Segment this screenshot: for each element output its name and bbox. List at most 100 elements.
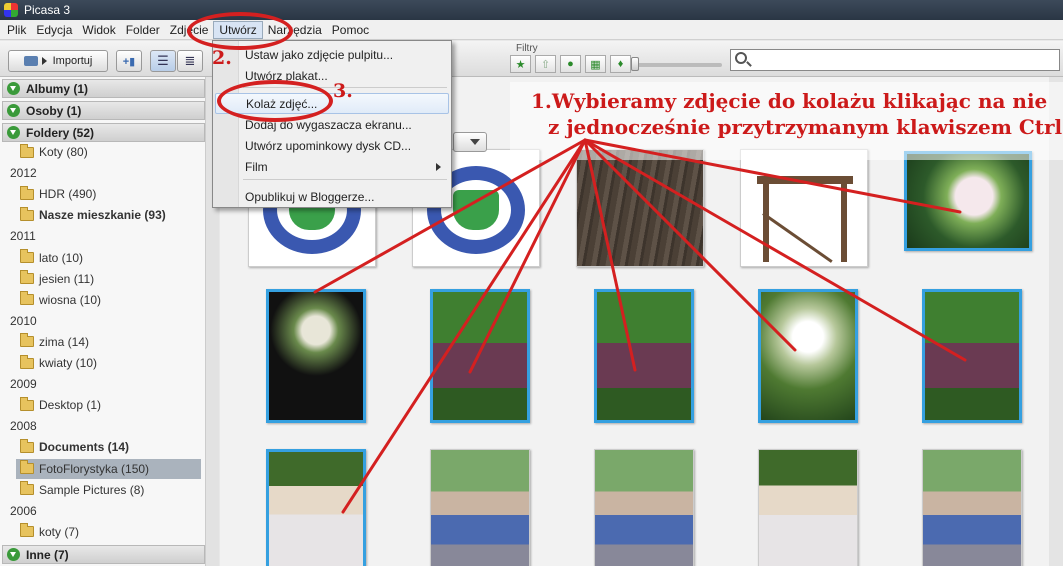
- photo-thumbnail[interactable]: [758, 449, 858, 566]
- sidebar-folder-label: FotoFlorystyka (150): [39, 461, 150, 476]
- sidebar-year-label: 2009: [10, 377, 37, 392]
- menu-plik[interactable]: Plik: [2, 20, 31, 40]
- search-icon: [735, 52, 747, 64]
- menu-pomoc[interactable]: Pomoc: [327, 20, 374, 40]
- photo-image: [595, 450, 693, 566]
- step-3-label: 3.: [333, 80, 353, 102]
- picasa-logo-icon: [4, 3, 18, 17]
- import-button[interactable]: Importuj: [8, 50, 108, 72]
- search-input[interactable]: [730, 49, 1060, 71]
- photo-thumbnail[interactable]: [922, 449, 1022, 566]
- sidebar-folder-item[interactable]: Nasze mieszkanie (93): [20, 205, 205, 225]
- sidebar-year-label: 2011: [10, 229, 36, 244]
- photo-thumbnail[interactable]: [594, 289, 694, 423]
- photo-image: [925, 292, 1019, 420]
- add-to-album-button[interactable]: +▮: [116, 50, 142, 72]
- sidebar-folder-item[interactable]: zima (14): [20, 332, 205, 352]
- sidebar-year-label: 2008: [10, 419, 37, 434]
- photo-thumbnail[interactable]: [904, 151, 1032, 251]
- sidebar-folder-item[interactable]: HDR (490): [20, 184, 205, 204]
- sidebar-folder-item[interactable]: Documents (14): [20, 437, 205, 457]
- filter-geotagged-button[interactable]: ♦: [610, 55, 631, 73]
- sidebar-folder-item[interactable]: kwiaty (10): [20, 353, 205, 373]
- sidebar-folder-label: Nasze mieszkanie (93): [39, 208, 166, 223]
- highlight-ellipse-create-menu: [187, 12, 293, 50]
- create-menu-item-label: Ustaw jako zdjęcie pulpitu...: [245, 47, 394, 62]
- photo-image: [577, 150, 703, 266]
- import-arrow-icon: [41, 57, 47, 65]
- filter-faces-button[interactable]: ●: [560, 55, 581, 73]
- instruction-line-1: 1.Wybieramy zdjęcie do kolażu klikając n…: [531, 89, 1048, 113]
- expand-icon[interactable]: [7, 104, 20, 117]
- photo-image: [269, 292, 363, 420]
- menu-separator: [243, 179, 447, 180]
- date-filter-slider-thumb[interactable]: [631, 57, 639, 71]
- sidebar-section-other[interactable]: Inne (7): [2, 545, 205, 564]
- folder-icon: [20, 333, 34, 348]
- filter-movies-button[interactable]: ▦: [585, 55, 606, 73]
- flat-view-button[interactable]: ≣: [177, 50, 203, 72]
- photo-thumbnail[interactable]: [594, 449, 694, 566]
- expand-icon[interactable]: [7, 548, 20, 561]
- folder-icon: [20, 270, 34, 285]
- step-2-label: 2.: [212, 47, 232, 69]
- create-menu-item-label: Utwórz upominkowy dysk CD...: [245, 138, 412, 153]
- sidebar-folder-item[interactable]: Sample Pictures (8): [20, 480, 205, 500]
- folder-icon: [20, 396, 34, 411]
- sidebar-folder-label: jesien (11): [39, 271, 95, 286]
- create-menu-item[interactable]: Film: [215, 156, 449, 177]
- menu-folder[interactable]: Folder: [121, 20, 165, 40]
- sidebar-section-people[interactable]: Osoby (1): [2, 101, 205, 120]
- sidebar-section-label: Inne (7): [26, 547, 69, 562]
- photo-image: [597, 292, 691, 420]
- photo-image: [759, 450, 857, 566]
- create-menu-item-label: Opublikuj w Bloggerze...: [245, 189, 375, 204]
- sidebar-folder-item[interactable]: wiosna (10): [20, 290, 205, 310]
- thumbnail-view-toggle[interactable]: [453, 132, 487, 152]
- sidebar-folder-item[interactable]: lato (10): [20, 248, 205, 268]
- menu-widok[interactable]: Widok: [77, 20, 120, 40]
- date-filter-slider-track[interactable]: [634, 63, 722, 67]
- sidebar-folder-label: wiosna (10): [39, 292, 102, 307]
- sidebar-folder-item[interactable]: Koty (80): [20, 142, 205, 162]
- create-menu-item[interactable]: Utwórz upominkowy dysk CD...: [215, 135, 449, 156]
- submenu-arrow-icon: [436, 162, 441, 171]
- photo-thumbnail[interactable]: [576, 149, 704, 267]
- sidebar-folder-item[interactable]: Desktop (1): [20, 395, 205, 415]
- window-title: Picasa 3: [24, 3, 71, 17]
- photo-thumbnail[interactable]: [740, 149, 868, 267]
- sidebar-section-folders[interactable]: Foldery (52): [2, 123, 205, 142]
- folder-icon: [20, 291, 34, 306]
- menu-bar: Plik Edycja Widok Folder Zdjęcie Utwórz Narzęd…: [0, 20, 1063, 40]
- movie-icon: ▦: [590, 58, 601, 71]
- folder-icon: [20, 249, 34, 263]
- photo-image: [907, 154, 1029, 248]
- photo-thumbnail[interactable]: [266, 449, 366, 566]
- photo-thumbnail[interactable]: [266, 289, 366, 423]
- sidebar-folder-item[interactable]: FotoFlorystyka (150): [16, 458, 201, 479]
- photo-thumbnail[interactable]: [758, 289, 858, 423]
- photo-image: [433, 292, 527, 420]
- person-icon: ●: [567, 58, 574, 70]
- sidebar-section-albums[interactable]: Albumy (1): [2, 79, 205, 98]
- create-menu-item[interactable]: Opublikuj w Bloggerze...: [215, 186, 449, 207]
- sidebar-section-label: Osoby (1): [26, 103, 82, 118]
- folder-icon: [20, 185, 34, 200]
- filter-uploaded-button[interactable]: ⇧: [535, 55, 556, 73]
- sidebar-folder-label: zima (14): [39, 334, 90, 349]
- photo-thumbnail[interactable]: [922, 289, 1022, 423]
- photo-thumbnail[interactable]: [430, 289, 530, 423]
- expand-icon[interactable]: [7, 126, 20, 139]
- photo-thumbnail[interactable]: [430, 449, 530, 566]
- filter-starred-button[interactable]: ★: [510, 55, 531, 73]
- photo-image: [761, 292, 855, 420]
- star-icon: ★: [515, 58, 526, 71]
- folder-tree-view-button[interactable]: ☰: [150, 50, 176, 72]
- sidebar-folder-label: Koty (80): [39, 145, 88, 159]
- expand-icon[interactable]: [7, 82, 20, 95]
- menu-edycja[interactable]: Edycja: [31, 20, 77, 40]
- sidebar-folder-item[interactable]: jesien (11): [20, 269, 205, 289]
- folder-icon: [20, 354, 34, 369]
- import-label: Importuj: [52, 55, 93, 67]
- sidebar-folder-item[interactable]: koty (7): [20, 522, 205, 542]
